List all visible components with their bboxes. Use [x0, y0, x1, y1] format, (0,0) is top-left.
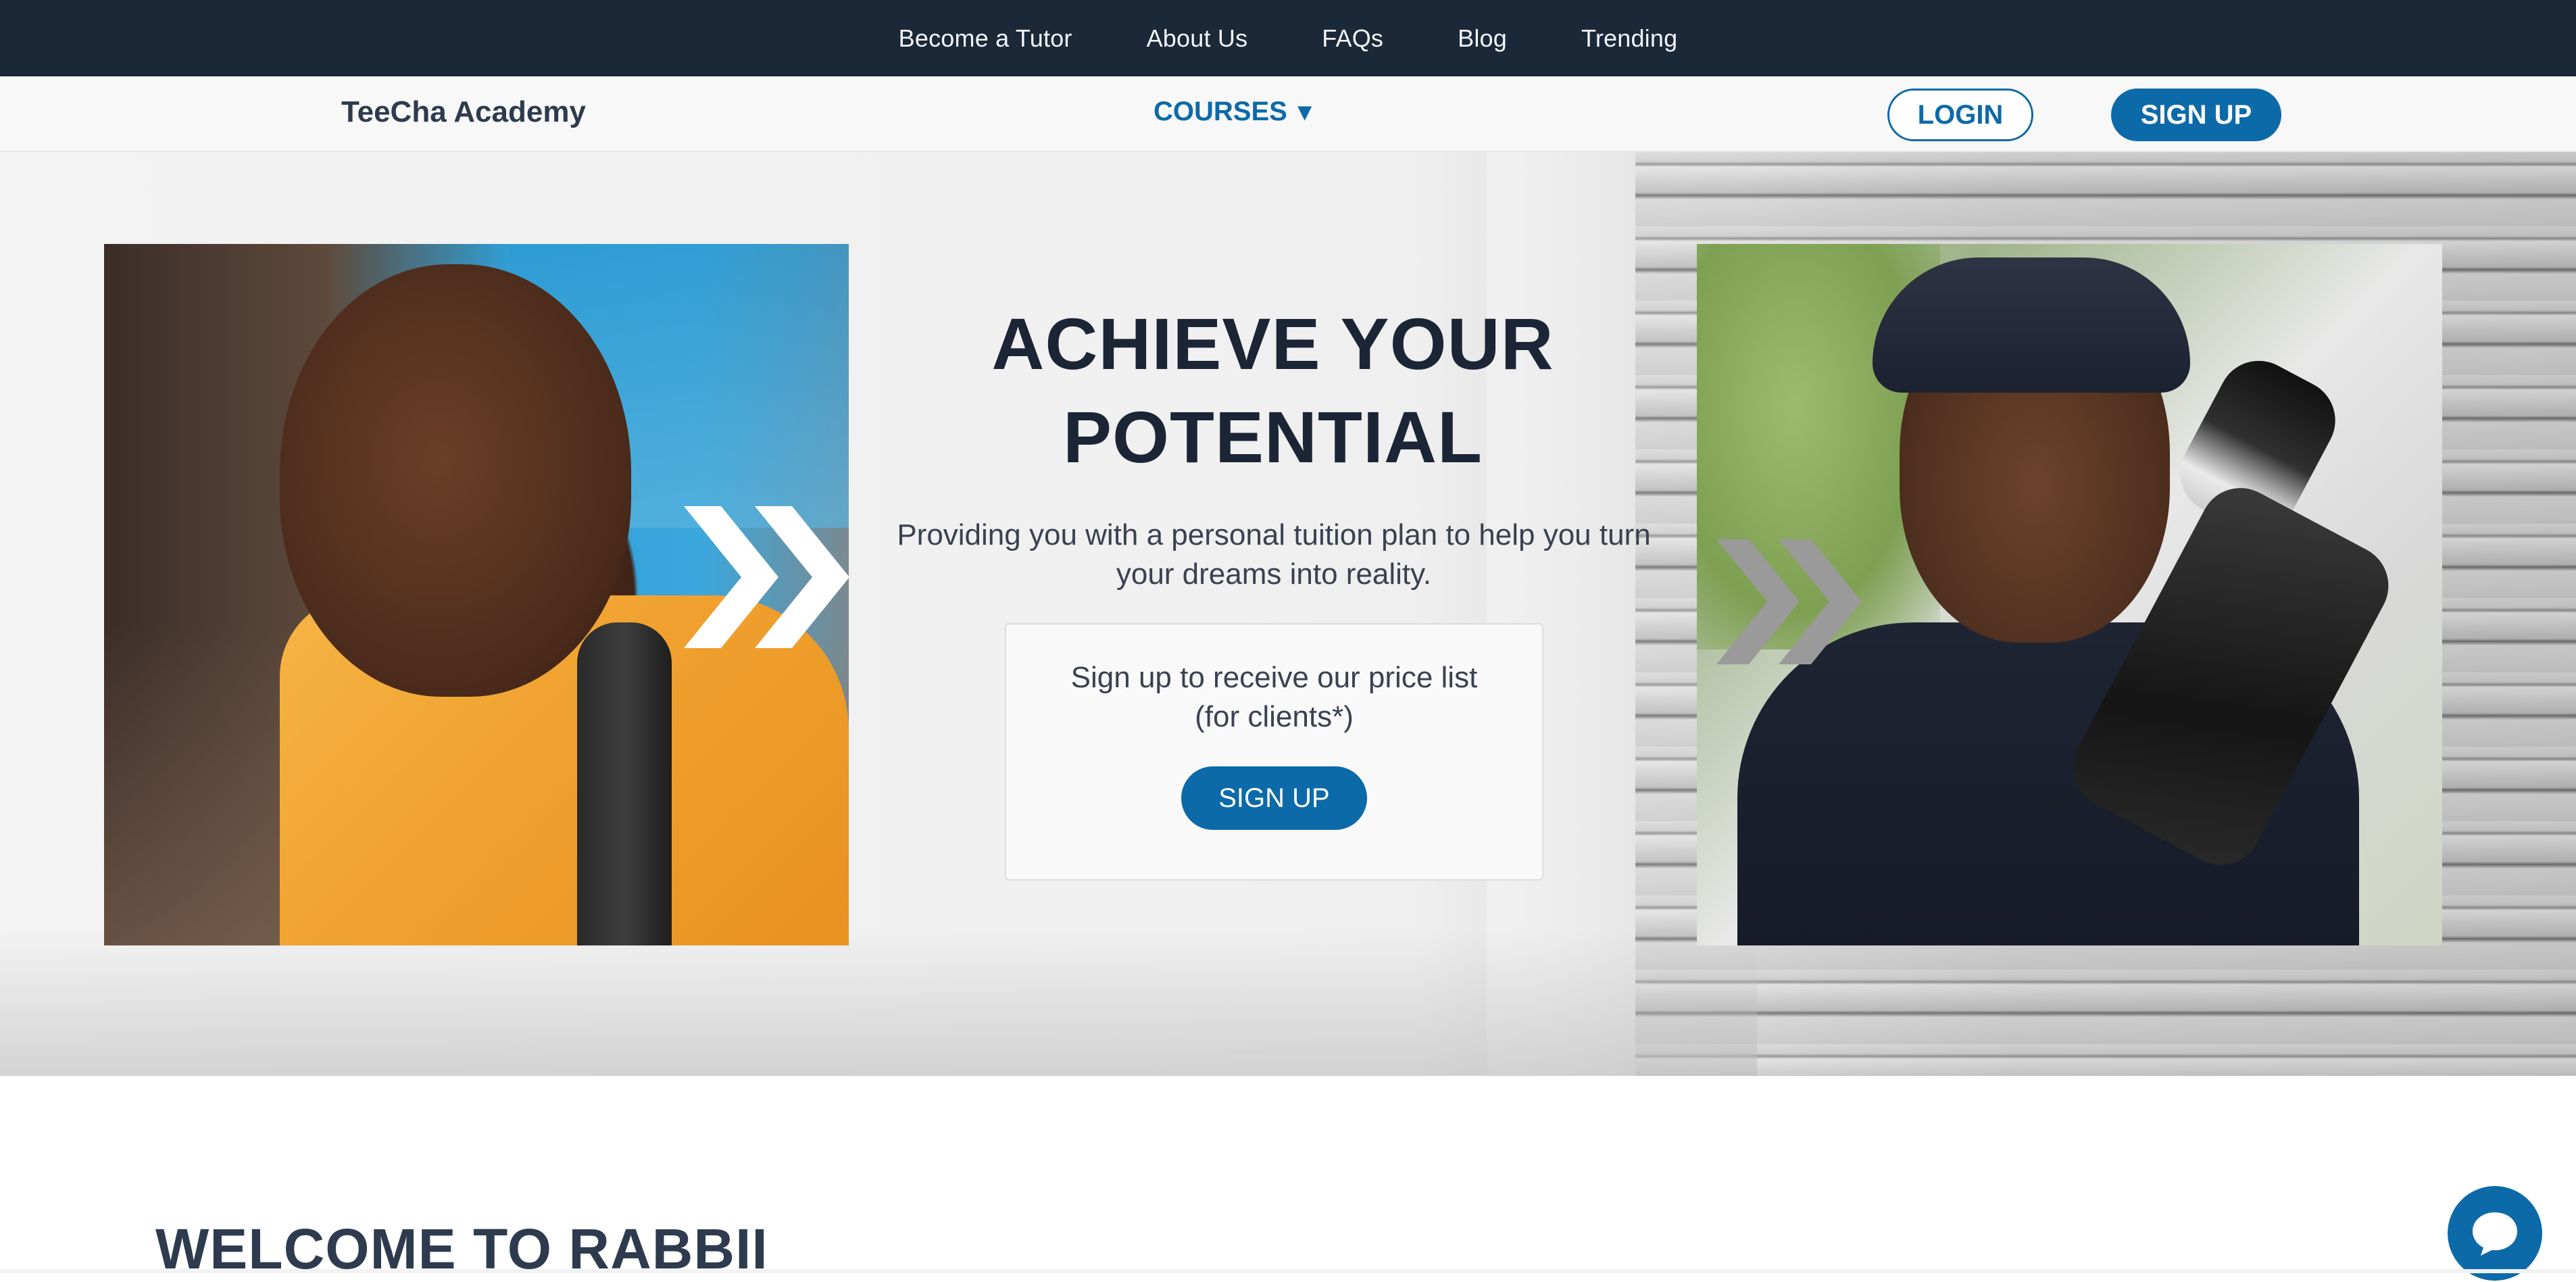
price-list-text: Sign up to receive our price list (for c… — [1006, 658, 1542, 737]
brand-logo-text[interactable]: TeeCha Academy — [341, 95, 586, 129]
price-list-signup-button[interactable]: SIGN UP — [1181, 766, 1367, 830]
top-nav-about-us[interactable]: About Us — [1147, 24, 1248, 53]
top-nav-blog[interactable]: Blog — [1458, 24, 1507, 53]
courses-label: COURSES — [1154, 97, 1287, 126]
hero-section: ACHIEVE YOUR POTENTIAL Providing you wit… — [0, 152, 2576, 1076]
courses-dropdown[interactable]: COURSES ▼ — [1154, 97, 1316, 127]
price-list-text-line-2: (for clients*) — [1195, 700, 1354, 733]
hero-subtitle-line-1: Providing you with a personal tuition pl… — [897, 518, 1651, 551]
hero-heading: ACHIEVE YOUR POTENTIAL — [849, 297, 1697, 484]
page-bottom-edge — [0, 1269, 2576, 1273]
hero-subtitle: Providing you with a personal tuition pl… — [878, 516, 1669, 594]
hero-subtitle-line-2: your dreams into reality. — [1116, 558, 1432, 591]
signup-button-header[interactable]: SIGN UP — [2111, 89, 2281, 141]
login-button[interactable]: LOGIN — [1887, 89, 2033, 141]
hero-heading-line-1: ACHIEVE YOUR — [991, 303, 1554, 385]
top-nav-faqs[interactable]: FAQs — [1322, 24, 1383, 53]
chat-icon-glyph — [2473, 1212, 2517, 1256]
top-navigation-bar: Become a Tutor About Us FAQs Blog Trendi… — [0, 0, 2576, 76]
main-navigation-bar: TeeCha Academy COURSES ▼ LOGIN SIGN UP — [0, 76, 2576, 152]
top-nav-links: Become a Tutor About Us FAQs Blog Trendi… — [899, 24, 1678, 53]
chat-bubble-icon[interactable] — [2448, 1186, 2542, 1281]
double-chevron-right-icon — [684, 506, 849, 648]
caret-down-icon: ▼ — [1292, 97, 1317, 126]
top-nav-trending[interactable]: Trending — [1581, 24, 1677, 53]
price-list-text-line-1: Sign up to receive our price list — [1070, 661, 1478, 694]
double-chevron-right-icon-grey — [1716, 539, 1862, 664]
top-nav-become-a-tutor[interactable]: Become a Tutor — [899, 24, 1072, 53]
hero-heading-line-2: POTENTIAL — [1063, 396, 1483, 478]
price-list-signup-card: Sign up to receive our price list (for c… — [1005, 623, 1543, 881]
hero-background-floor — [0, 929, 1757, 1076]
